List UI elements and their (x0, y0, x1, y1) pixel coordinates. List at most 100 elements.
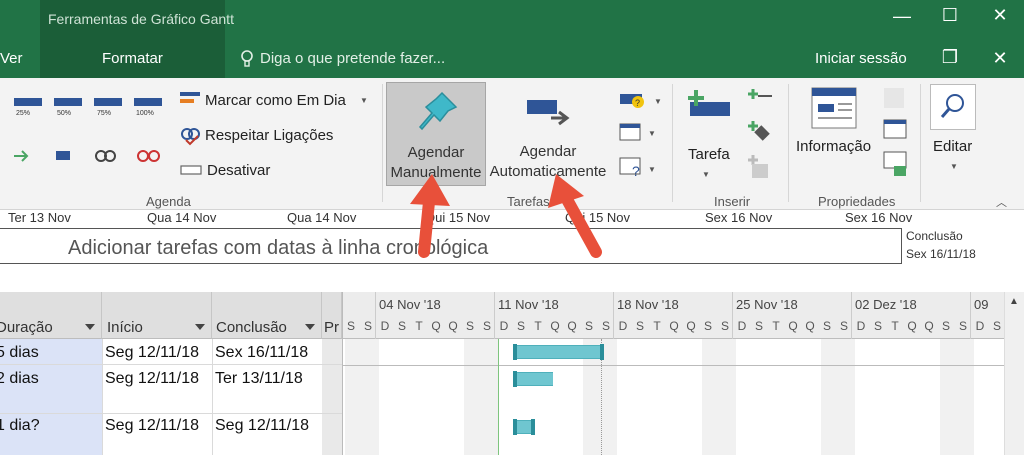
row1-start[interactable]: Seg 12/11/18 (105, 344, 199, 362)
group-label-agenda: Agenda (146, 194, 191, 209)
row2-finish[interactable]: Ter 13/11/18 (215, 370, 303, 388)
gantt-day-label: Q (805, 319, 815, 333)
pct-100-button[interactable]: 100% (136, 110, 154, 117)
gantt-day-label: S (873, 319, 882, 333)
timeline-end-date: Sex 16/11/18 (906, 247, 976, 261)
weekend-shading (464, 339, 498, 455)
gantt-day-label: S (822, 319, 831, 333)
gantt-day-label: D (737, 319, 747, 333)
respect-links-button[interactable]: Respeitar Ligações (205, 127, 333, 144)
sign-in-link[interactable]: Iniciar sessão (815, 50, 907, 67)
chevron-down-icon[interactable] (305, 324, 315, 330)
gantt-day-label: S (720, 319, 729, 333)
row3-duration[interactable]: 1 dia? (0, 417, 40, 435)
task-grid: Duração Início Conclusão Pr 5 dias Seg 1… (0, 292, 342, 455)
row2-duration[interactable]: 2 dias (0, 370, 39, 388)
edit-button-frame[interactable] (930, 84, 976, 130)
gantt-day-label: D (618, 319, 628, 333)
annotation-arrows (410, 174, 602, 258)
tab-ver[interactable]: Ver (0, 50, 23, 67)
auto-schedule-icon (527, 100, 570, 126)
restore-ribbon-button[interactable]: ❐ (930, 47, 970, 68)
column-divider (102, 339, 103, 455)
insert-task-icon (688, 90, 730, 116)
collapse-ribbon-icon[interactable]: ︿ (996, 194, 1007, 210)
gantt-day-label: S (635, 319, 644, 333)
maximize-button[interactable]: ☐ (930, 5, 970, 26)
gantt-bar-start-marker (513, 344, 517, 360)
gantt-day-label: S (703, 319, 712, 333)
column-header-start[interactable]: Início (102, 292, 212, 339)
column-header-duration[interactable]: Duração (0, 292, 102, 339)
group-label-propriedades: Propriedades (818, 194, 896, 209)
weekend-shading (940, 339, 974, 455)
svg-text:▼: ▼ (648, 165, 656, 174)
table-row-divider (0, 364, 342, 365)
mark-on-track-button[interactable]: Marcar como Em Dia (205, 92, 346, 109)
gantt-day-label: S (584, 319, 593, 333)
gantt-week-label: 09 (974, 297, 989, 312)
svg-text:?: ? (635, 98, 640, 108)
gantt-day-label: Q (788, 319, 798, 333)
gantt-day-label: T (772, 319, 780, 333)
gantt-day-label: T (534, 319, 542, 333)
row1-finish[interactable]: Sex 16/11/18 (215, 344, 308, 362)
gantt-week-label: 18 Nov '18 (617, 297, 679, 312)
mark-on-track-icon (180, 92, 200, 103)
properties-small-icons (883, 88, 907, 176)
timescale-label: Sex 16 Nov (845, 210, 913, 225)
chevron-down-icon[interactable] (85, 324, 95, 330)
contextual-tab-title: Ferramentas de Gráfico Gantt (48, 11, 234, 27)
weekend-shading (821, 339, 855, 455)
timescale-label: Ter 13 Nov (8, 210, 71, 225)
gantt-bar-task-2[interactable] (513, 372, 553, 386)
close-button[interactable]: ✕ (980, 5, 1020, 26)
row3-start[interactable]: Seg 12/11/18 (105, 417, 199, 435)
gantt-day-label: S (465, 319, 474, 333)
tell-me-search[interactable]: Diga o que pretende fazer... (260, 50, 445, 67)
vertical-scrollbar[interactable]: ▲ (1004, 292, 1024, 455)
weekend-shading (345, 339, 379, 455)
gantt-bar-end-marker (600, 344, 604, 360)
ribbon-separator (672, 84, 673, 202)
column-header-predecessors[interactable]: Pr (322, 292, 342, 339)
pushpin-icon (418, 91, 458, 131)
timescale-label: Sex 16 Nov (705, 210, 773, 225)
pct-50-button[interactable]: 50% (57, 110, 71, 117)
gantt-bar-start-marker (513, 419, 517, 435)
gantt-week-label: 11 Nov '18 (498, 297, 559, 312)
minimize-button[interactable]: — (882, 6, 922, 27)
column-header-finish[interactable]: Conclusão (212, 292, 322, 339)
gantt-day-label: T (891, 319, 899, 333)
deactivate-button[interactable]: Desativar (207, 162, 270, 179)
weekend-shading (702, 339, 736, 455)
gantt-day-label: S (941, 319, 950, 333)
gantt-day-label: S (958, 319, 967, 333)
gantt-day-label: D (380, 319, 390, 333)
information-button[interactable]: Informação (796, 138, 871, 155)
header-label: Conclusão (216, 319, 287, 336)
gantt-day-label: S (363, 319, 372, 333)
row3-finish[interactable]: Seg 12/11/18 (215, 417, 309, 435)
insert-task-button[interactable]: Tarefa (688, 146, 730, 163)
scroll-up-icon[interactable]: ▲ (1009, 296, 1019, 307)
gantt-day-label: D (975, 319, 985, 333)
gantt-day-label: T (415, 319, 423, 333)
chevron-down-icon[interactable]: ▼ (950, 162, 958, 171)
chevron-down-icon[interactable]: ▼ (360, 96, 368, 105)
svg-text:▼: ▼ (648, 129, 656, 138)
row1-duration[interactable]: 5 dias (0, 344, 39, 362)
chevron-down-icon[interactable] (195, 324, 205, 330)
close-document-button[interactable]: ✕ (980, 48, 1020, 69)
gantt-chart[interactable]: 04 Nov '18 11 Nov '18 18 Nov '18 25 Nov '18… (342, 292, 1018, 455)
magnifier-icon (940, 94, 964, 118)
gantt-week-label: 02 Dez '18 (855, 297, 917, 312)
tab-formatar[interactable]: Formatar (102, 50, 163, 67)
chevron-down-icon[interactable]: ▼ (702, 170, 710, 179)
edit-button[interactable]: Editar (933, 138, 972, 155)
insert-small-icons (748, 89, 772, 178)
row2-start[interactable]: Seg 12/11/18 (105, 370, 199, 388)
gantt-bar-task-1[interactable] (513, 345, 603, 359)
pct-75-button[interactable]: 75% (97, 110, 111, 117)
pct-25-button[interactable]: 25% (16, 110, 30, 117)
